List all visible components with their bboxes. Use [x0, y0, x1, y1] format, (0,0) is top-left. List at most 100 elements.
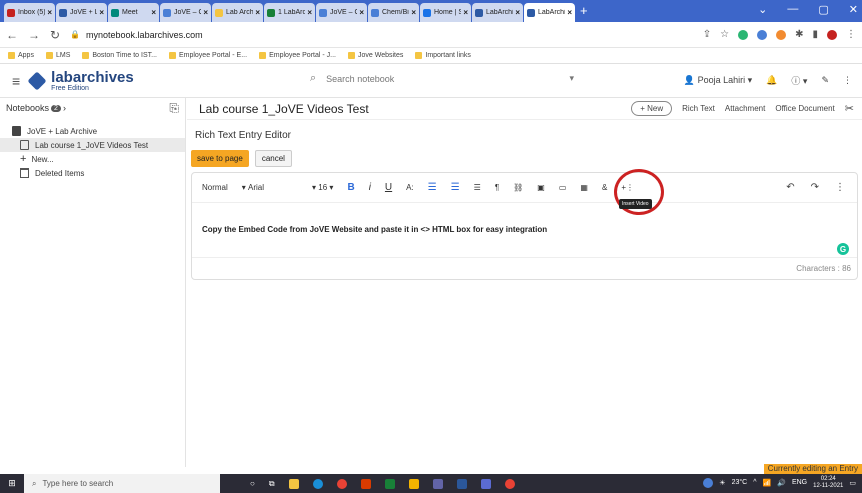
tab-close-icon[interactable]: ×: [99, 8, 104, 17]
style-select[interactable]: Normal: [202, 183, 228, 192]
bookmark-item[interactable]: Employee Portal - E...: [168, 52, 247, 59]
weather-icon[interactable]: ☀: [719, 479, 725, 487]
volume-icon[interactable]: 🔊: [777, 479, 786, 487]
browser-tab[interactable]: Chem/Bio×: [368, 3, 419, 22]
maximize-icon[interactable]: ▢: [818, 3, 828, 16]
menu-icon[interactable]: ⋮: [846, 29, 856, 40]
chrome-icon[interactable]: [336, 478, 347, 489]
chevron-down-icon[interactable]: ▾: [569, 73, 574, 84]
close-icon[interactable]: ✕: [849, 3, 858, 16]
size-select[interactable]: ▾ 16 ▾: [312, 183, 333, 192]
redo-icon[interactable]: ↷: [811, 182, 819, 193]
tab-close-icon[interactable]: ×: [203, 8, 208, 17]
new-tab-button[interactable]: +: [580, 3, 588, 18]
info-icon[interactable]: ⓘ ▾: [791, 74, 807, 87]
powerpoint-icon[interactable]: [360, 478, 371, 489]
chevron-up-icon[interactable]: ^: [753, 479, 756, 486]
hamburger-icon[interactable]: ≡: [12, 73, 20, 89]
extension-icon[interactable]: [738, 29, 749, 40]
chevron-down-icon[interactable]: ⌄: [758, 3, 767, 16]
task-view-icon[interactable]: ⧉: [269, 479, 275, 489]
sidebar-item-notebook[interactable]: JoVE + Lab Archive: [0, 124, 185, 138]
align-center-icon[interactable]: ☰: [451, 182, 460, 193]
sidebar-item-page[interactable]: Lab course 1_JoVE Videos Test: [0, 138, 185, 152]
taskbar-search-input[interactable]: ⌕ Type here to search: [24, 474, 220, 493]
attachment-button[interactable]: Attachment: [725, 104, 765, 113]
office-document-button[interactable]: Office Document: [775, 104, 834, 113]
excel-icon[interactable]: [384, 478, 395, 489]
bookmark-item[interactable]: Boston Time to IST...: [82, 52, 157, 59]
tab-close-icon[interactable]: ×: [47, 8, 52, 17]
tab-close-icon[interactable]: ×: [255, 8, 260, 17]
sidebar-item-new[interactable]: + New...: [0, 152, 185, 166]
puzzle-icon[interactable]: ✱: [795, 29, 803, 40]
font-size-button[interactable]: A:: [406, 183, 414, 192]
special-chars-icon[interactable]: &: [602, 183, 607, 192]
logo[interactable]: labarchives Free Edition: [27, 70, 134, 92]
app-icon[interactable]: [504, 478, 515, 489]
tab-close-icon[interactable]: ×: [567, 8, 572, 17]
browser-tab[interactable]: JoVE + Lab×: [56, 3, 107, 22]
editor-content[interactable]: Copy the Embed Code from JoVE Website an…: [202, 225, 547, 234]
language-indicator[interactable]: ENG: [792, 479, 807, 486]
cortana-icon[interactable]: ○: [250, 479, 255, 488]
search-input[interactable]: ⌕ Search notebook ▾: [300, 72, 580, 85]
share-icon[interactable]: ⇪: [703, 29, 711, 40]
avatar[interactable]: [827, 29, 837, 40]
browser-tab[interactable]: JoVE – C ×: [316, 3, 367, 22]
align-left-icon[interactable]: ☰: [428, 182, 437, 193]
cancel-button[interactable]: cancel: [254, 150, 292, 167]
file-explorer-icon[interactable]: [288, 478, 299, 489]
more-icon[interactable]: ⋮: [835, 182, 845, 193]
tools-icon[interactable]: ✂: [845, 102, 854, 115]
browser-tab[interactable]: JoVE – C ×: [160, 3, 211, 22]
reload-icon[interactable]: ↻: [50, 28, 60, 42]
app-icon[interactable]: [408, 478, 419, 489]
back-icon[interactable]: ←: [6, 28, 18, 42]
new-button[interactable]: + New: [631, 101, 673, 116]
tray-app-icon[interactable]: [703, 477, 714, 488]
tab-close-icon[interactable]: ×: [463, 8, 468, 17]
browser-tab[interactable]: LabArchiv×: [472, 3, 523, 22]
bold-button[interactable]: B: [347, 182, 354, 193]
extension-icon[interactable]: [776, 29, 787, 40]
teams-icon[interactable]: [432, 478, 443, 489]
tab-close-icon[interactable]: ×: [151, 8, 156, 17]
italic-button[interactable]: i: [369, 182, 371, 193]
temperature[interactable]: 23°C: [732, 479, 748, 486]
bookmark-item[interactable]: LMS: [45, 52, 70, 59]
pen-icon[interactable]: ✎: [821, 75, 829, 86]
tab-close-icon[interactable]: ×: [307, 8, 312, 17]
paragraph-icon[interactable]: ¶: [495, 183, 499, 192]
browser-tab[interactable]: Home | S ×: [420, 3, 471, 22]
table-icon[interactable]: ▦: [580, 183, 588, 192]
forward-icon[interactable]: →: [28, 28, 40, 42]
bookmark-item[interactable]: Employee Portal - J...: [259, 52, 336, 59]
clock[interactable]: 02:24 12-11-2021: [813, 476, 843, 489]
browser-tab[interactable]: Meet ×: [108, 3, 159, 22]
bookmark-item[interactable]: Important links: [415, 52, 471, 59]
bookmark-item[interactable]: Jove Websites: [347, 52, 403, 59]
list-icon[interactable]: ☰: [474, 183, 481, 192]
underline-button[interactable]: U: [385, 182, 392, 193]
minimize-icon[interactable]: —: [787, 3, 798, 16]
image-icon[interactable]: ▣: [537, 183, 545, 192]
more-icon[interactable]: ⋮: [843, 75, 852, 86]
word-icon[interactable]: [456, 478, 467, 489]
sidepanel-icon[interactable]: ▮: [812, 29, 818, 40]
bell-icon[interactable]: 🔔: [766, 75, 777, 86]
rich-text-button[interactable]: Rich Text: [682, 104, 715, 113]
browser-tab[interactable]: Lab Archiv×: [212, 3, 263, 22]
notebooks-header[interactable]: Notebooks 2 › ⎘: [0, 98, 185, 118]
browser-tab[interactable]: Inbox (5) ×: [4, 3, 55, 22]
extension-icon[interactable]: [757, 29, 768, 40]
browser-tab[interactable]: 1 LabArch×: [264, 3, 315, 22]
font-select[interactable]: ▾ Arial: [242, 183, 264, 192]
grammarly-icon[interactable]: G: [837, 243, 849, 255]
tab-close-icon[interactable]: ×: [515, 8, 520, 17]
video-icon[interactable]: ▭: [559, 183, 567, 192]
save-button[interactable]: save to page: [191, 150, 249, 167]
user-menu[interactable]: 👤 Pooja Lahiri ▾: [684, 75, 752, 86]
share-notebook-icon[interactable]: ⎘: [169, 101, 179, 116]
app-icon[interactable]: [480, 478, 491, 489]
